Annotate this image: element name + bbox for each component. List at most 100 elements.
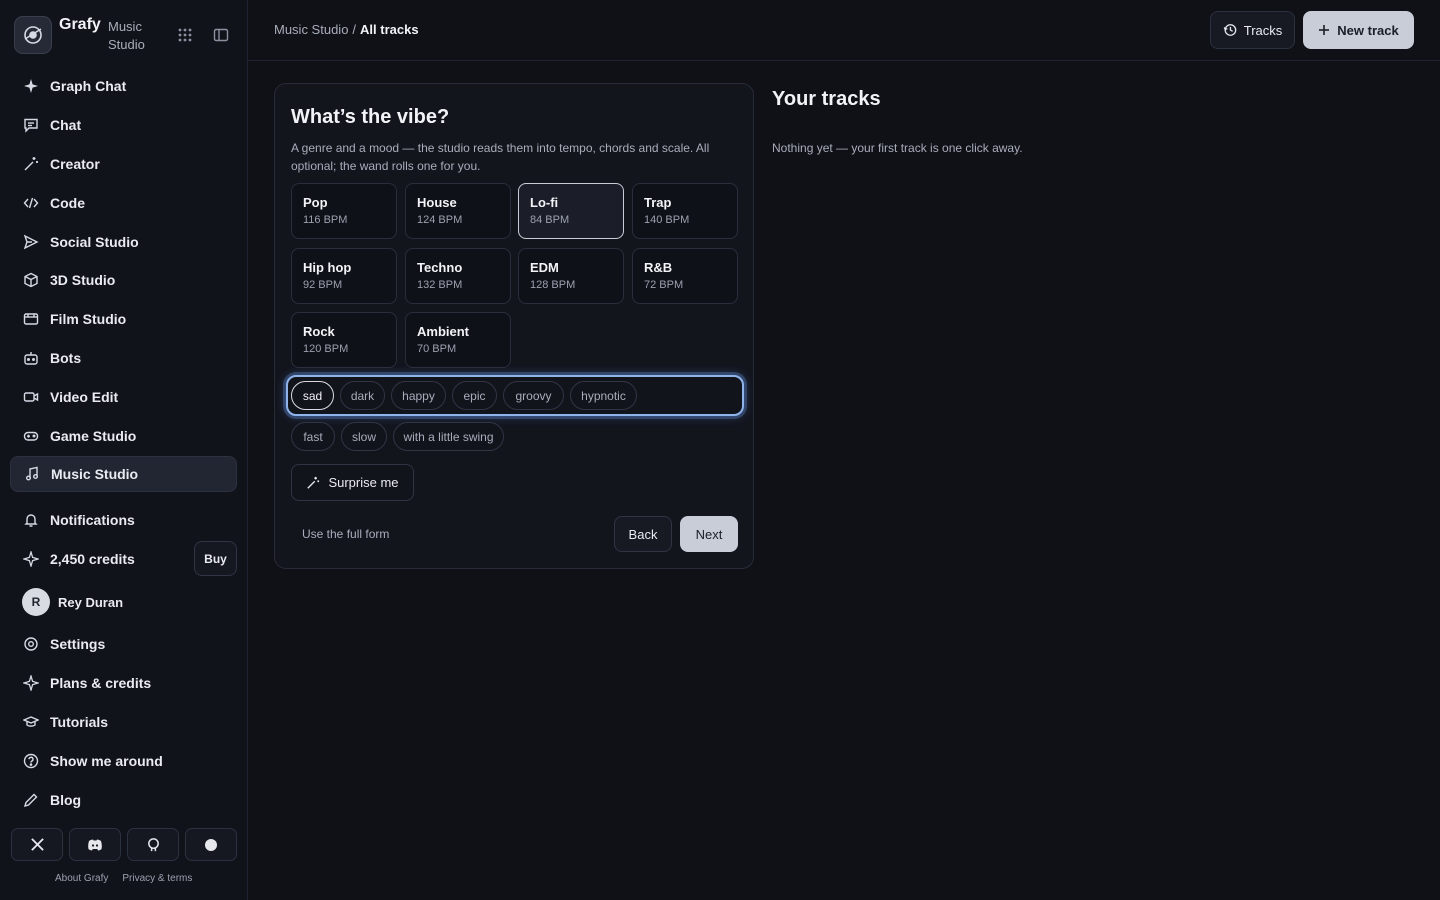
genre-name: Lo-fi bbox=[530, 195, 559, 210]
nav-music-studio[interactable]: Music Studio bbox=[10, 456, 237, 492]
chat-icon bbox=[10, 117, 50, 133]
nav-creator[interactable]: Creator bbox=[10, 146, 237, 182]
genre-bpm: 92 BPM bbox=[303, 279, 343, 291]
use-full-form-link[interactable]: Use the full form bbox=[302, 527, 389, 541]
genre-option-selected[interactable]: Lo-fi 84 BPM bbox=[518, 183, 624, 239]
nav-tutorials[interactable]: Tutorials bbox=[10, 704, 237, 740]
nav-settings[interactable]: Settings bbox=[10, 626, 237, 662]
film-icon bbox=[10, 311, 50, 327]
help-circle-icon bbox=[10, 753, 50, 769]
mood-chip[interactable]: epic bbox=[452, 381, 497, 410]
new-track-button[interactable]: New track bbox=[1303, 11, 1414, 49]
privacy-link[interactable]: Privacy & terms bbox=[122, 873, 192, 884]
credits-balance: 2,450 credits bbox=[10, 541, 190, 577]
nav-3d-studio[interactable]: 3D Studio bbox=[10, 262, 237, 298]
bell-icon bbox=[10, 512, 50, 528]
tempo-chip[interactable]: fast bbox=[291, 422, 335, 451]
gamepad-icon bbox=[10, 428, 50, 444]
about-link[interactable]: About Grafy bbox=[55, 873, 108, 884]
wand-icon bbox=[306, 476, 320, 490]
genre-name: Pop bbox=[303, 195, 328, 210]
sparkle-icon bbox=[10, 78, 50, 94]
nav-label: Show me around bbox=[50, 753, 163, 769]
user-profile[interactable]: R Rey Duran bbox=[22, 587, 123, 617]
tracks-button-label: Tracks bbox=[1243, 22, 1283, 38]
genre-option[interactable]: House 124 BPM bbox=[405, 183, 511, 239]
nav-bots[interactable]: Bots bbox=[10, 340, 237, 376]
circle-icon[interactable] bbox=[185, 828, 237, 861]
tracks-empty-state: Nothing yet — your first track is one cl… bbox=[772, 141, 1023, 155]
breadcrumb-separator: / bbox=[352, 22, 357, 37]
genre-option[interactable]: EDM 128 BPM bbox=[518, 248, 624, 304]
nav-blog[interactable]: Blog bbox=[10, 782, 237, 818]
user-name: Rey Duran bbox=[58, 594, 124, 610]
nav-code[interactable]: Code bbox=[10, 185, 237, 221]
mood-chip[interactable]: groovy bbox=[503, 381, 564, 410]
nav-plans-credits[interactable]: Plans & credits bbox=[10, 665, 237, 701]
social-links bbox=[11, 828, 237, 861]
genre-name: Rock bbox=[303, 324, 335, 339]
genre-option[interactable]: R&B 72 BPM bbox=[632, 248, 738, 304]
wand-icon bbox=[10, 156, 50, 172]
mood-chip-selected[interactable]: sad bbox=[291, 381, 334, 410]
mood-chip[interactable]: hypnotic bbox=[570, 381, 637, 410]
genre-bpm: 120 BPM bbox=[303, 343, 349, 355]
x-icon[interactable] bbox=[11, 828, 63, 861]
genre-name: House bbox=[417, 195, 457, 210]
tempo-chip[interactable]: slow bbox=[341, 422, 387, 451]
buy-credits-button[interactable]: Buy bbox=[194, 541, 237, 576]
gear-icon bbox=[10, 636, 50, 652]
vibe-wizard-card: What’s the vibe? A genre and a mood — th… bbox=[274, 83, 754, 569]
github-icon[interactable] bbox=[127, 828, 179, 861]
nav-label: Bots bbox=[50, 350, 82, 366]
mood-chip[interactable]: dark bbox=[340, 381, 385, 410]
graduation-cap-icon bbox=[10, 714, 50, 730]
nav-notifications[interactable]: Notifications bbox=[10, 502, 237, 538]
genre-option[interactable]: Pop 116 BPM bbox=[291, 183, 397, 239]
genre-name: Ambient bbox=[417, 324, 469, 339]
bot-icon bbox=[10, 350, 50, 366]
music-icon bbox=[11, 466, 51, 482]
discord-icon[interactable] bbox=[69, 828, 121, 861]
genre-option[interactable]: Ambient 70 BPM bbox=[405, 312, 511, 368]
genre-bpm: 124 BPM bbox=[417, 214, 463, 226]
avatar: R bbox=[22, 588, 50, 616]
genre-bpm: 116 BPM bbox=[303, 214, 348, 226]
nav-label: Video Edit bbox=[50, 389, 119, 405]
history-icon bbox=[1223, 23, 1237, 37]
nav-label: Film Studio bbox=[50, 311, 127, 327]
breadcrumb-parent[interactable]: Music Studio bbox=[274, 22, 348, 37]
genre-name: Techno bbox=[417, 260, 463, 275]
brand: Grafy Music Studio bbox=[14, 15, 238, 55]
surprise-me-button[interactable]: Surprise me bbox=[291, 464, 414, 501]
brand-name: Grafy bbox=[59, 16, 101, 33]
genre-option[interactable]: Hip hop 92 BPM bbox=[291, 248, 397, 304]
genre-option[interactable]: Techno 132 BPM bbox=[405, 248, 511, 304]
mood-chip[interactable]: happy bbox=[391, 381, 446, 410]
tracks-history-button[interactable]: Tracks bbox=[1210, 11, 1295, 49]
nav-show-me-around[interactable]: Show me around bbox=[10, 743, 237, 779]
wizard-title: What’s the vibe? bbox=[291, 106, 450, 128]
nav-label: Social Studio bbox=[50, 234, 139, 250]
plus-icon bbox=[1318, 24, 1330, 36]
sidebar-collapse-icon[interactable] bbox=[210, 24, 232, 46]
nav-film-studio[interactable]: Film Studio bbox=[10, 301, 237, 337]
your-tracks-title: Your tracks bbox=[772, 88, 881, 110]
nav-graph-chat[interactable]: Graph Chat bbox=[10, 68, 237, 104]
genre-option[interactable]: Trap 140 BPM bbox=[632, 183, 738, 239]
grafy-logo-icon[interactable] bbox=[14, 16, 52, 54]
nav-game-studio[interactable]: Game Studio bbox=[10, 418, 237, 454]
genre-option[interactable]: Rock 120 BPM bbox=[291, 312, 397, 368]
nav-video-edit[interactable]: Video Edit bbox=[10, 379, 237, 415]
apps-grid-icon[interactable] bbox=[174, 24, 196, 46]
nav-label: Graph Chat bbox=[50, 78, 127, 94]
nav-social-studio[interactable]: Social Studio bbox=[10, 224, 237, 260]
send-icon bbox=[10, 234, 50, 250]
tempo-chip[interactable]: with a little swing bbox=[393, 422, 504, 451]
next-button[interactable]: Next bbox=[680, 516, 738, 552]
back-button[interactable]: Back bbox=[614, 516, 672, 552]
nav-label: Tutorials bbox=[50, 714, 109, 730]
nav-chat[interactable]: Chat bbox=[10, 107, 237, 143]
genre-name: EDM bbox=[530, 260, 559, 275]
nav-label: Game Studio bbox=[50, 428, 137, 444]
